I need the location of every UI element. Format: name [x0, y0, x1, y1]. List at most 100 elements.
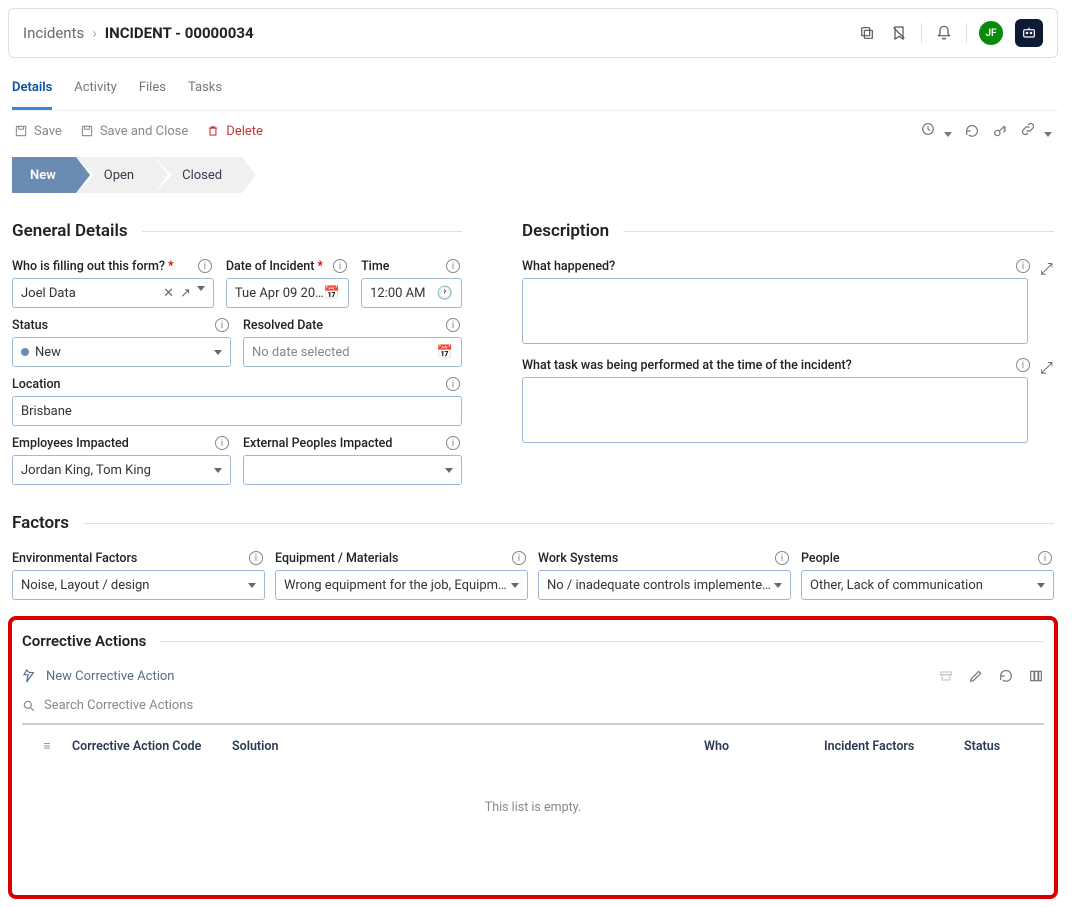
location-label: Location: [12, 377, 462, 392]
location-input[interactable]: Brisbane: [12, 396, 462, 426]
time-input[interactable]: 12:00 AM 🕐: [361, 278, 462, 308]
chevron-down-icon[interactable]: [511, 583, 519, 588]
resolved-input[interactable]: No date selected 📅: [243, 337, 462, 367]
chatbot-button[interactable]: [1015, 19, 1043, 47]
refresh-icon[interactable]: [964, 123, 980, 139]
save-label: Save: [34, 124, 62, 139]
chevron-down-icon[interactable]: [1037, 583, 1045, 588]
page-title: INCIDENT - 00000034: [105, 24, 254, 42]
info-icon[interactable]: i: [446, 259, 460, 273]
work-label: Work Systems: [538, 551, 791, 566]
header-bar: Incidents › INCIDENT - 00000034 JF: [8, 8, 1058, 58]
people-select[interactable]: Other, Lack of communication: [801, 570, 1054, 600]
key-icon[interactable]: [992, 123, 1008, 139]
copy-icon[interactable]: [857, 23, 877, 43]
ext-impacted-label: External Peoples Impacted: [243, 436, 462, 451]
status-progress: New Open Closed: [12, 157, 1054, 193]
archive-icon[interactable]: [938, 668, 954, 684]
filler-input[interactable]: Joel Data ✕ ↗: [12, 278, 214, 308]
expand-icon[interactable]: ⤢: [1040, 358, 1054, 372]
divider: [921, 23, 922, 43]
refresh-icon[interactable]: [998, 668, 1014, 684]
col-factors[interactable]: Incident Factors: [824, 739, 964, 754]
delete-button[interactable]: Delete: [206, 124, 263, 139]
general-details-title: General Details: [12, 221, 462, 241]
chevron-down-icon[interactable]: [214, 468, 222, 473]
info-icon[interactable]: i: [198, 259, 212, 273]
info-icon[interactable]: i: [446, 436, 460, 450]
clock-icon[interactable]: 🕐: [437, 286, 453, 301]
ca-table-header: ≡ Corrective Action Code Solution Who In…: [22, 725, 1044, 764]
info-icon[interactable]: i: [512, 551, 526, 565]
filler-label: Who is filling out this form?*: [12, 259, 214, 274]
bell-icon[interactable]: [934, 23, 954, 43]
search-corrective-actions[interactable]: Search Corrective Actions: [22, 688, 1044, 725]
status-dot-icon: [21, 348, 29, 356]
chevron-down-icon[interactable]: [197, 286, 205, 291]
save-close-label: Save and Close: [100, 124, 188, 139]
calendar-icon[interactable]: 📅: [324, 286, 340, 301]
calendar-icon[interactable]: 📅: [437, 345, 453, 360]
chevron-down-icon[interactable]: [774, 583, 782, 588]
tab-details[interactable]: Details: [12, 68, 52, 110]
col-status[interactable]: Status: [964, 739, 1044, 754]
tab-files[interactable]: Files: [139, 68, 166, 110]
ext-impacted-select[interactable]: [243, 455, 462, 485]
toolbar: Save Save and Close Delete: [8, 111, 1058, 151]
task-performed-label: What task was being performed at the tim…: [522, 358, 1028, 373]
tabs: Details Activity Files Tasks: [8, 68, 1058, 111]
history-icon[interactable]: [920, 121, 952, 141]
corrective-actions-section: Corrective Actions New Corrective Action…: [8, 616, 1058, 899]
info-icon[interactable]: i: [446, 377, 460, 391]
link-icon[interactable]: [1020, 121, 1052, 141]
save-button[interactable]: Save: [14, 124, 62, 139]
info-icon[interactable]: i: [249, 551, 263, 565]
date-input[interactable]: Tue Apr 09 20… 📅: [226, 278, 349, 308]
columns-icon[interactable]: [1028, 668, 1044, 684]
env-select[interactable]: Noise, Layout / design: [12, 570, 265, 600]
bookmark-off-icon[interactable]: [889, 23, 909, 43]
status-label: Status: [12, 318, 231, 333]
edit-icon[interactable]: [968, 668, 984, 684]
breadcrumb: Incidents › INCIDENT - 00000034: [23, 24, 254, 42]
env-label: Environmental Factors: [12, 551, 265, 566]
date-label: Date of Incident*: [226, 259, 349, 274]
search-icon: [22, 699, 36, 713]
chevron-down-icon[interactable]: [445, 468, 453, 473]
work-select[interactable]: No / inadequate controls implemente…: [538, 570, 791, 600]
info-icon[interactable]: i: [1016, 358, 1030, 372]
col-who[interactable]: Who: [704, 739, 824, 754]
info-icon[interactable]: i: [1016, 259, 1030, 273]
what-happened-textarea[interactable]: [522, 278, 1028, 344]
col-code[interactable]: Corrective Action Code: [72, 739, 232, 754]
chevron-right-icon: ›: [92, 24, 97, 42]
info-icon[interactable]: i: [333, 259, 347, 273]
new-corrective-action-button[interactable]: New Corrective Action: [22, 664, 174, 688]
clear-icon[interactable]: ✕: [163, 286, 174, 301]
tab-activity[interactable]: Activity: [74, 68, 117, 110]
emp-impacted-select[interactable]: Jordan King, Tom King: [12, 455, 231, 485]
divider: [966, 23, 967, 43]
info-icon[interactable]: i: [1038, 551, 1052, 565]
header-actions: JF: [857, 19, 1043, 47]
info-icon[interactable]: i: [775, 551, 789, 565]
chevron-down-icon[interactable]: [214, 350, 222, 355]
emp-impacted-label: Employees Impacted: [12, 436, 231, 451]
info-icon[interactable]: i: [215, 318, 229, 332]
save-close-button[interactable]: Save and Close: [80, 124, 188, 139]
info-icon[interactable]: i: [446, 318, 460, 332]
tab-tasks[interactable]: Tasks: [188, 68, 222, 110]
people-label: People: [801, 551, 1054, 566]
stage-new[interactable]: New: [12, 157, 76, 193]
chevron-down-icon[interactable]: [248, 583, 256, 588]
status-select[interactable]: New: [12, 337, 231, 367]
menu-icon[interactable]: ≡: [22, 739, 72, 754]
info-icon[interactable]: i: [215, 436, 229, 450]
equip-select[interactable]: Wrong equipment for the job, Equipm…: [275, 570, 528, 600]
expand-icon[interactable]: ⤢: [1040, 259, 1054, 273]
col-solution[interactable]: Solution: [232, 739, 704, 754]
breadcrumb-root[interactable]: Incidents: [23, 24, 84, 42]
open-icon[interactable]: ↗: [180, 286, 191, 301]
task-performed-textarea[interactable]: [522, 377, 1028, 443]
avatar[interactable]: JF: [979, 21, 1003, 45]
